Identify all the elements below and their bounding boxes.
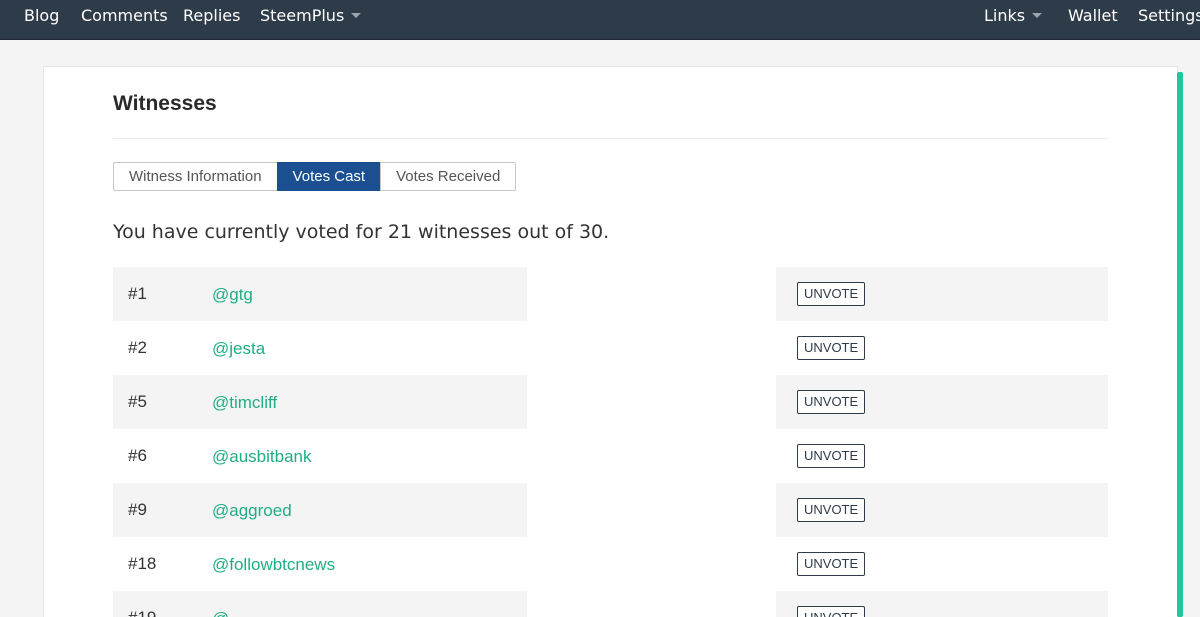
scroll-accent-bar[interactable]: [1177, 72, 1183, 617]
witness-rank: #5: [128, 392, 147, 411]
unvote-button[interactable]: UNVOTE: [797, 606, 866, 617]
page-title: Witnesses: [113, 92, 217, 115]
witness-tabs: Witness Information Votes Cast Votes Rec…: [113, 162, 517, 191]
witness-rank: #9: [128, 500, 147, 519]
row-left-cell: [113, 267, 527, 321]
witness-link[interactable]: @timcliff: [212, 393, 277, 413]
nav-replies[interactable]: Replies: [183, 0, 240, 31]
unvote-button[interactable]: UNVOTE: [797, 336, 866, 360]
nav-comments[interactable]: Comments: [81, 0, 168, 31]
unvote-button[interactable]: UNVOTE: [797, 498, 866, 522]
witness-link[interactable]: @jesta: [212, 339, 265, 359]
title-divider: [113, 138, 1108, 139]
nav-wallet[interactable]: Wallet: [1068, 0, 1118, 31]
witness-rank: #2: [128, 338, 147, 357]
row-left-cell: [113, 591, 527, 617]
witness-rank: #1: [128, 284, 147, 303]
witness-link[interactable]: @gtg: [212, 285, 253, 305]
nav-steemplus[interactable]: SteemPlus: [260, 0, 362, 31]
unvote-button[interactable]: UNVOTE: [797, 390, 866, 414]
row-left-cell: [113, 483, 527, 537]
table-row: #1 @gtg UNVOTE: [113, 267, 1108, 321]
table-row: #18 @followbtcnews UNVOTE: [113, 537, 1108, 591]
table-row: #9 @aggroed UNVOTE: [113, 483, 1108, 537]
nav-blog[interactable]: Blog: [24, 0, 59, 31]
witness-link[interactable]: @...: [212, 609, 243, 617]
table-row: #6 @ausbitbank UNVOTE: [113, 429, 1108, 483]
unvote-button[interactable]: UNVOTE: [797, 282, 866, 306]
witness-rank: #19: [128, 608, 156, 617]
tab-witness-information[interactable]: Witness Information: [113, 162, 278, 191]
row-left-cell: [113, 321, 527, 375]
unvote-button[interactable]: UNVOTE: [797, 444, 866, 468]
nav-steemplus-label: SteemPlus: [260, 6, 345, 25]
witness-link[interactable]: @aggroed: [212, 501, 292, 521]
nav-links[interactable]: Links: [984, 0, 1043, 31]
witness-rank: #18: [128, 554, 157, 573]
tab-votes-cast[interactable]: Votes Cast: [276, 162, 382, 191]
top-nav: Blog Comments Replies SteemPlus Links Wa…: [0, 0, 1200, 40]
row-left-cell: [113, 429, 527, 483]
witness-rank: #6: [128, 446, 147, 465]
vote-summary: You have currently voted for 21 witnesse…: [113, 221, 610, 243]
unvote-button[interactable]: UNVOTE: [797, 552, 866, 576]
table-row: #19 @... UNVOTE: [113, 591, 1108, 617]
chevron-down-icon: [1032, 13, 1043, 18]
witness-link[interactable]: @ausbitbank: [212, 447, 312, 467]
tab-votes-received[interactable]: Votes Received: [380, 162, 517, 191]
chevron-down-icon: [351, 13, 362, 18]
row-left-cell: [113, 375, 527, 429]
table-row: #2 @jesta UNVOTE: [113, 321, 1108, 375]
witness-link[interactable]: @followbtcnews: [212, 555, 335, 575]
table-row: #5 @timcliff UNVOTE: [113, 375, 1108, 429]
nav-settings[interactable]: Settings: [1138, 0, 1200, 31]
nav-links-label: Links: [984, 6, 1026, 25]
